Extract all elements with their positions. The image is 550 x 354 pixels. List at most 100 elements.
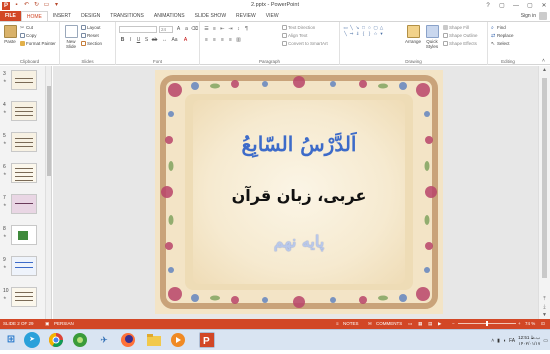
- shape-outline-button[interactable]: Shape Outline: [443, 33, 478, 38]
- close-button[interactable]: ✕: [540, 2, 548, 9]
- slide-subtitle[interactable]: عربی، زبان قرآن: [155, 186, 443, 205]
- increase-indent-icon[interactable]: ⇥: [227, 26, 234, 32]
- telegram-icon[interactable]: ➤: [24, 332, 40, 348]
- tab-transitions[interactable]: TRANSITIONS: [105, 11, 149, 21]
- paste-button[interactable]: Paste: [2, 25, 18, 44]
- find-button[interactable]: ⌕ Find: [491, 25, 506, 31]
- line-shape-2-icon[interactable]: ╲: [343, 31, 348, 36]
- rectangle-shape-icon[interactable]: □: [361, 25, 366, 30]
- font-color-icon[interactable]: A: [182, 37, 189, 43]
- slide-scroll-thumb[interactable]: [542, 78, 547, 278]
- text-direction-button[interactable]: Text Direction: [282, 25, 315, 30]
- shadow-icon[interactable]: S: [143, 37, 150, 43]
- language-indicator[interactable]: PERSIAN: [54, 319, 74, 329]
- comments-icon[interactable]: ✉: [368, 319, 372, 329]
- help-button[interactable]: ?: [484, 3, 492, 9]
- line-spacing-icon[interactable]: ↕: [235, 26, 242, 32]
- language-icon[interactable]: FA: [509, 338, 515, 344]
- ribbon-display-button[interactable]: ▢: [498, 2, 506, 9]
- reading-view-icon[interactable]: ▤: [428, 319, 432, 329]
- cut-button[interactable]: ✂ Cut: [20, 25, 33, 31]
- tab-view[interactable]: VIEW: [261, 11, 284, 21]
- shape-effects-button[interactable]: Shape Effects: [443, 41, 477, 46]
- fit-slide-icon[interactable]: ⊡: [541, 319, 545, 329]
- file-explorer-icon[interactable]: [146, 332, 162, 348]
- tab-review[interactable]: REVIEW: [231, 11, 261, 21]
- zoom-out-icon[interactable]: −: [452, 319, 455, 329]
- arrow-down-shape-icon[interactable]: ⇓: [355, 31, 360, 36]
- slide-scrollbar[interactable]: ▲ ⤒ ⤓ ▼: [538, 66, 550, 319]
- tab-insert[interactable]: INSERT: [48, 11, 76, 21]
- character-spacing-icon[interactable]: ↔: [161, 37, 168, 43]
- tab-animations[interactable]: ANIMATIONS: [149, 11, 190, 21]
- collapse-ribbon-icon[interactable]: ˄: [540, 58, 547, 64]
- format-painter-button[interactable]: Format Painter: [20, 41, 56, 46]
- next-slide-icon[interactable]: ⤓: [539, 303, 550, 311]
- thumbnail-scrollbar[interactable]: [45, 66, 51, 319]
- replace-button[interactable]: ⇄ Replace: [491, 33, 514, 39]
- align-right-icon[interactable]: ≡: [219, 37, 226, 43]
- bold-icon[interactable]: B: [119, 37, 126, 43]
- quick-styles-button[interactable]: Quick Styles: [424, 25, 440, 49]
- rounded-rect-shape-icon[interactable]: ▢: [373, 25, 378, 30]
- star-shape-icon[interactable]: ☆: [373, 31, 378, 36]
- rtl-icon[interactable]: ¶: [243, 26, 250, 32]
- slide-grade-text[interactable]: پایه نهم: [155, 232, 443, 251]
- reset-button[interactable]: Reset: [81, 33, 99, 38]
- font-size-combo[interactable]: 24: [159, 26, 173, 33]
- zoom-in-icon[interactable]: +: [518, 319, 521, 329]
- chrome-icon[interactable]: [48, 332, 64, 348]
- arrow-right-shape-icon[interactable]: ⇒: [349, 31, 354, 36]
- grow-font-icon[interactable]: A: [175, 26, 182, 32]
- triangle-shape-icon[interactable]: △: [379, 25, 384, 30]
- tab-design[interactable]: DESIGN: [76, 11, 105, 21]
- copy-button[interactable]: Copy: [20, 33, 37, 38]
- tab-home[interactable]: HOME: [20, 11, 48, 21]
- firefox-icon[interactable]: [120, 332, 136, 348]
- comments-button[interactable]: COMMENTS: [376, 319, 402, 329]
- brace-shape-icon[interactable]: {: [361, 31, 366, 36]
- decrease-indent-icon[interactable]: ⇤: [219, 26, 226, 32]
- underline-icon[interactable]: U: [135, 37, 142, 43]
- zoom-level[interactable]: 74 %: [525, 319, 535, 329]
- slide-title[interactable]: اَلدَّرْسُ السّابِعُ: [155, 132, 443, 156]
- slideshow-view-icon[interactable]: ▶: [438, 319, 441, 329]
- layout-button[interactable]: Layout: [81, 25, 101, 30]
- bullets-icon[interactable]: ☰: [203, 26, 210, 32]
- align-center-icon[interactable]: ≡: [211, 37, 218, 43]
- arrange-button[interactable]: Arrange: [404, 25, 422, 44]
- scroll-down-icon[interactable]: ▼: [539, 311, 550, 319]
- volume-icon[interactable]: ◖: [503, 338, 506, 344]
- notes-button[interactable]: NOTES: [343, 319, 359, 329]
- scroll-up-icon[interactable]: ▲: [539, 66, 550, 74]
- numbering-icon[interactable]: ≡: [211, 26, 218, 32]
- current-slide[interactable]: اَلدَّرْسُ السّابِعُ عربی، زبان قرآن پای…: [155, 70, 443, 314]
- network-icon[interactable]: ▮: [497, 338, 500, 344]
- shape-fill-button[interactable]: Shape Fill: [443, 25, 469, 30]
- strikethrough-icon[interactable]: ab: [151, 37, 158, 43]
- thumbnail-scroll-thumb[interactable]: [47, 86, 51, 176]
- start-button-icon[interactable]: ⊞: [3, 332, 19, 348]
- line-shape-icon[interactable]: ╲: [349, 25, 354, 30]
- tab-file[interactable]: FILE: [0, 11, 21, 21]
- more-shapes-icon[interactable]: ▾: [379, 31, 384, 36]
- justify-icon[interactable]: ≡: [227, 37, 234, 43]
- columns-icon[interactable]: ▥: [235, 37, 242, 43]
- powerpoint-taskbar-icon[interactable]: P: [199, 332, 215, 348]
- minimize-button[interactable]: —: [512, 3, 520, 9]
- convert-smartart-button[interactable]: Convert to SmartArt: [282, 41, 328, 46]
- change-case-icon[interactable]: Aa: [171, 37, 178, 43]
- section-button[interactable]: Section: [81, 41, 102, 46]
- avatar[interactable]: [539, 12, 547, 20]
- tab-slide-show[interactable]: SLIDE SHOW: [190, 11, 231, 21]
- bird-app-icon[interactable]: ✈: [96, 332, 112, 348]
- clear-formatting-icon[interactable]: ⌫: [191, 26, 198, 32]
- notes-icon[interactable]: ≡: [336, 319, 339, 329]
- zoom-slider-thumb[interactable]: [486, 321, 488, 326]
- font-family-combo[interactable]: [119, 26, 157, 33]
- align-text-button[interactable]: Align Text: [282, 33, 307, 38]
- normal-view-icon[interactable]: ▭: [408, 319, 412, 329]
- italic-icon[interactable]: I: [127, 37, 134, 43]
- media-player-icon[interactable]: [170, 332, 186, 348]
- align-left-icon[interactable]: ≡: [203, 37, 210, 43]
